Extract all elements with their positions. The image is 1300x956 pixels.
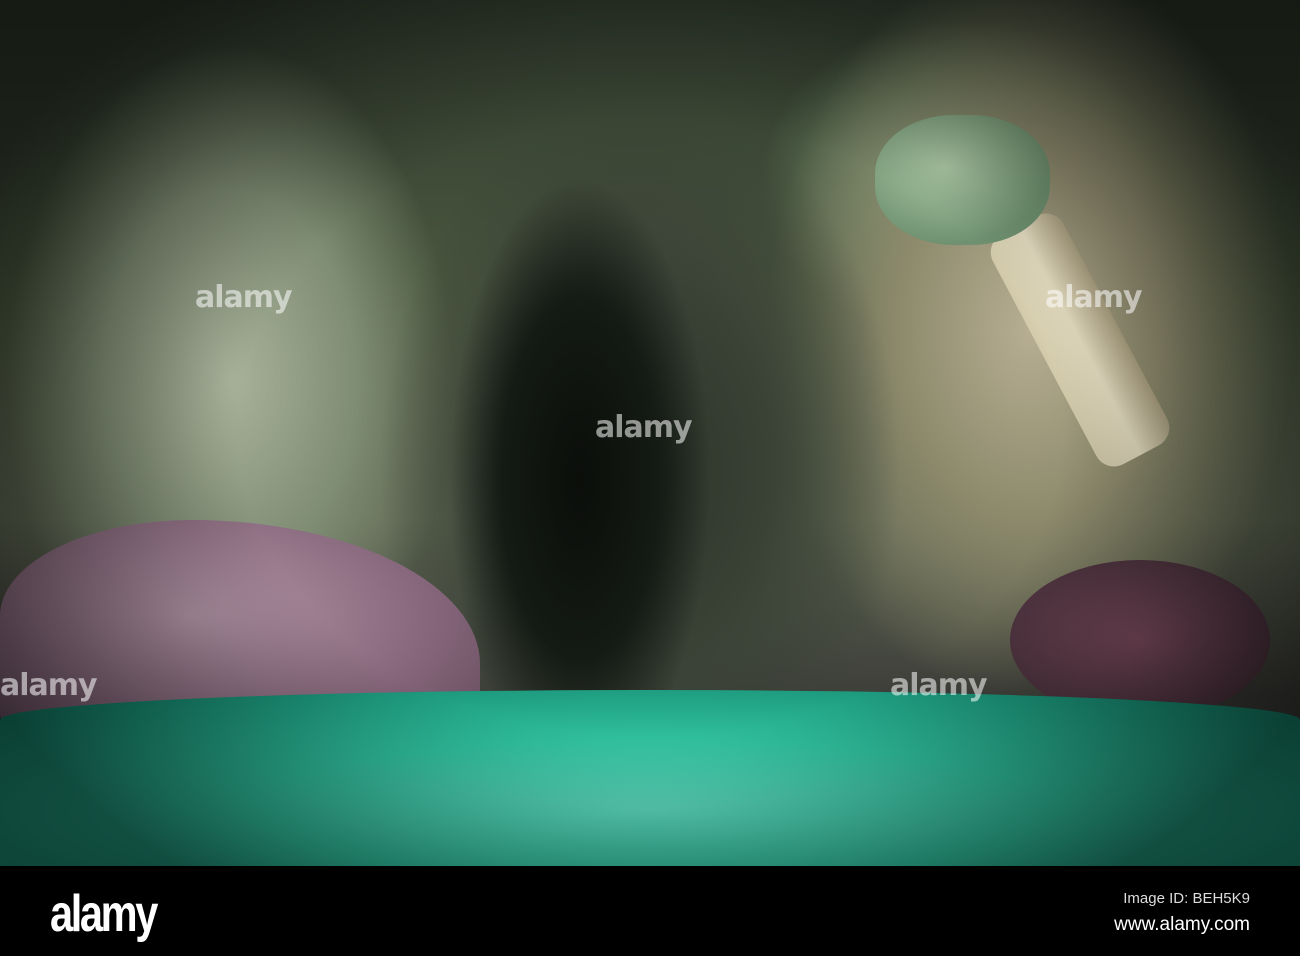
watermark: alamy <box>1045 280 1143 315</box>
alamy-logo: alamy <box>50 885 158 943</box>
cave-photo: alamy alamy alamy alamy alamy <box>0 0 1300 866</box>
watermark: alamy <box>595 410 693 445</box>
watermark: alamy <box>890 668 988 703</box>
site-url: www.alamy.com <box>1114 914 1250 935</box>
watermark: alamy <box>0 668 98 703</box>
watermark: alamy <box>195 280 293 315</box>
footer-bar: alamy Image ID: BEH5K9 www.alamy.com <box>0 866 1300 956</box>
image-id: Image ID: BEH5K9 <box>1123 890 1250 907</box>
